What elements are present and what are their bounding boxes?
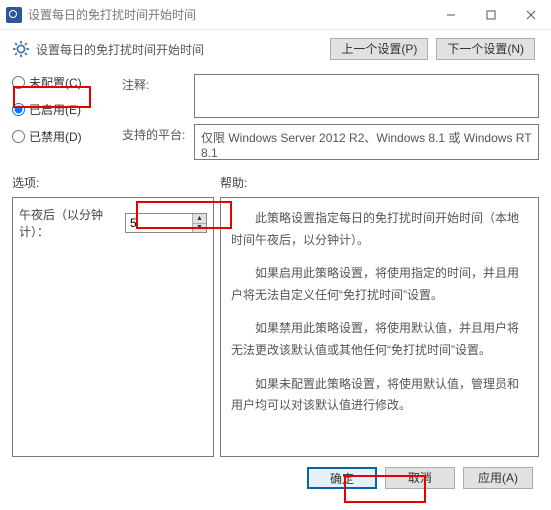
help-section-label: 帮助: (220, 174, 247, 191)
minutes-input[interactable] (126, 214, 192, 232)
window-title: 设置每日的免打扰时间开始时间 (28, 6, 196, 23)
platform-value: 仅限 Windows Server 2012 R2、Windows 8.1 或 … (194, 124, 539, 160)
ok-button[interactable]: 确定 (307, 467, 377, 489)
spinner-down-button[interactable]: ▼ (193, 224, 206, 233)
minutes-after-midnight-label: 午夜后（以分钟计）： (19, 206, 119, 240)
radio-enabled-label: 已启用(E) (29, 101, 81, 118)
help-paragraph: 如果未配置此策略设置，将使用默认值，管理员和用户均可以对该默认值进行修改。 (231, 374, 528, 417)
radio-enabled[interactable]: 已启用(E) (12, 101, 104, 118)
options-section-label: 选项: (12, 174, 220, 191)
page-title: 设置每日的免打扰时间开始时间 (36, 41, 204, 58)
options-panel: 午夜后（以分钟计）： ▲ ▼ (12, 197, 214, 457)
prev-setting-button[interactable]: 上一个设置(P) (330, 38, 428, 60)
radio-disabled[interactable]: 已禁用(D) (12, 128, 104, 145)
help-paragraph: 如果禁用此策略设置，将使用默认值，并且用户将无法更改该默认值或其他任何“免打扰时… (231, 318, 528, 361)
maximize-button[interactable] (471, 0, 511, 30)
radio-enabled-input[interactable] (12, 103, 25, 116)
radio-not-configured-label: 未配置(C) (29, 74, 82, 91)
minutes-spinner[interactable]: ▲ ▼ (125, 213, 207, 233)
gear-icon (12, 40, 30, 58)
comment-label: 注释: (122, 74, 188, 118)
platform-label: 支持的平台: (122, 124, 188, 160)
radio-not-configured[interactable]: 未配置(C) (12, 74, 104, 91)
radio-disabled-input[interactable] (12, 130, 25, 143)
comment-input[interactable] (194, 74, 539, 118)
next-setting-button[interactable]: 下一个设置(N) (436, 38, 535, 60)
help-paragraph: 此策略设置指定每日的免打扰时间开始时间（本地时间午夜后，以分钟计）。 (231, 208, 528, 251)
app-icon (6, 7, 22, 23)
titlebar: 设置每日的免打扰时间开始时间 (0, 0, 551, 30)
spinner-up-button[interactable]: ▲ (193, 214, 206, 224)
help-paragraph: 如果启用此策略设置，将使用指定的时间，并且用户将无法自定义任何“免打扰时间”设置… (231, 263, 528, 306)
apply-button[interactable]: 应用(A) (463, 467, 533, 489)
cancel-button[interactable]: 取消 (385, 467, 455, 489)
radio-not-configured-input[interactable] (12, 76, 25, 89)
radio-disabled-label: 已禁用(D) (29, 128, 82, 145)
minimize-button[interactable] (431, 0, 471, 30)
help-panel: 此策略设置指定每日的免打扰时间开始时间（本地时间午夜后，以分钟计）。 如果启用此… (220, 197, 539, 457)
close-button[interactable] (511, 0, 551, 30)
